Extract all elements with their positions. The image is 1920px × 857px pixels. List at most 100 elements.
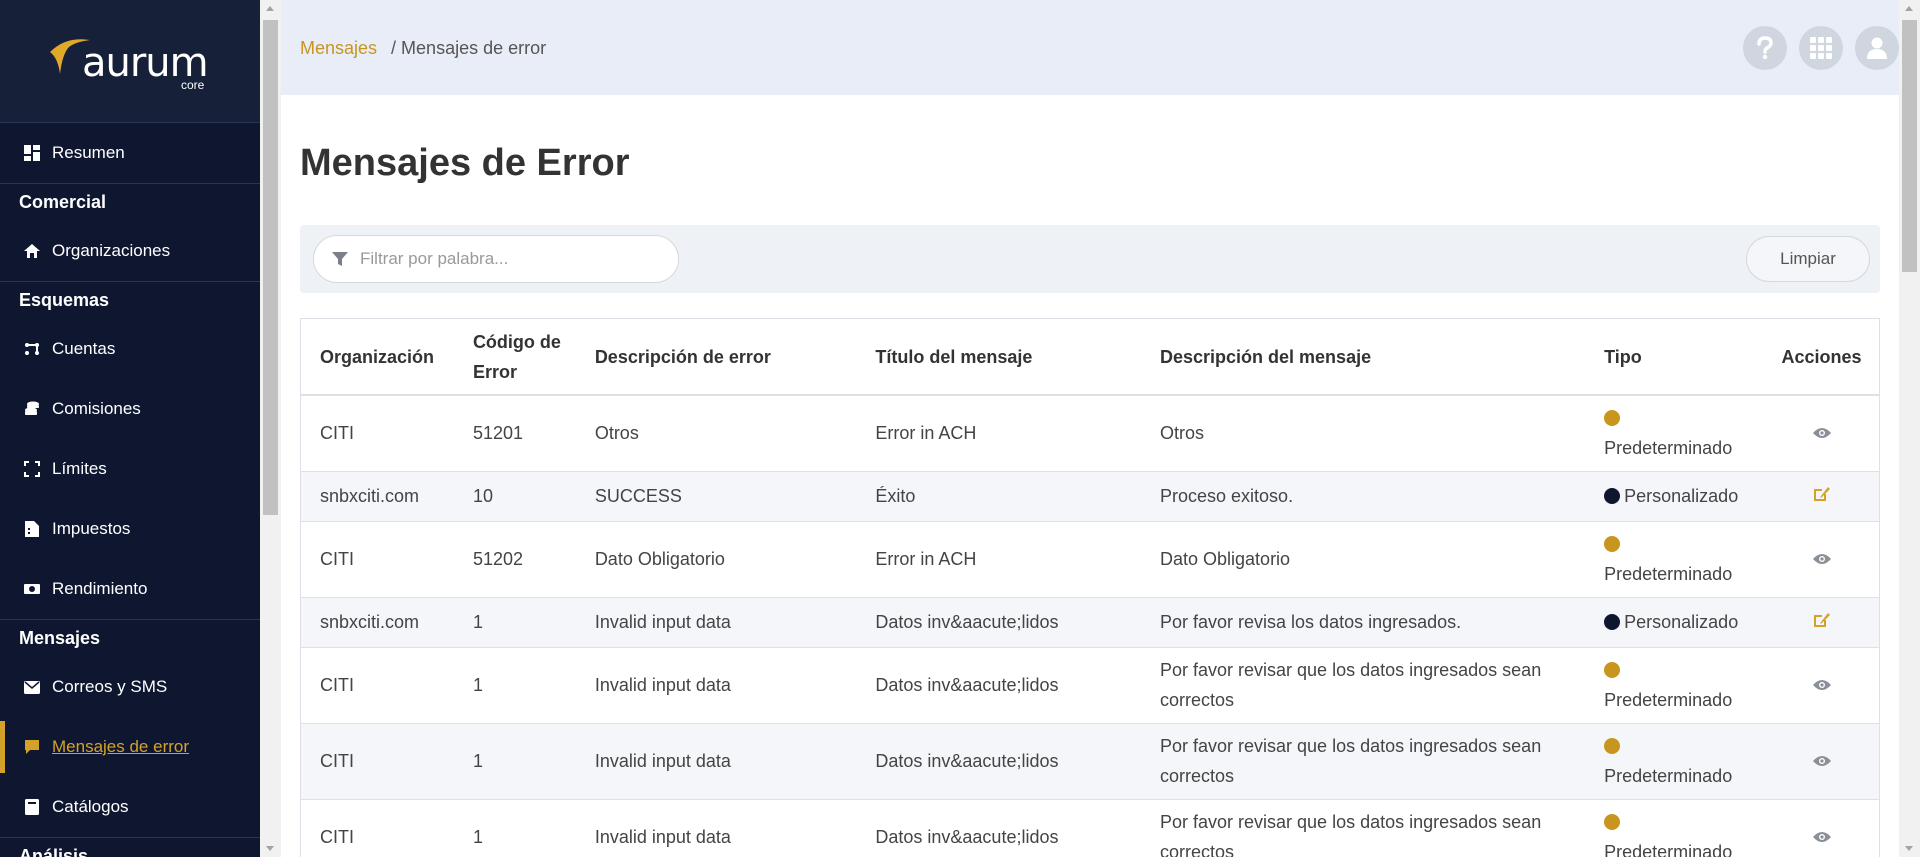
- help-button[interactable]: [1743, 26, 1787, 70]
- table-row[interactable]: CITI 1 Invalid input data Datos inv&aacute;…: [301, 723, 1879, 799]
- view-icon[interactable]: [1812, 755, 1831, 767]
- sidebar-item-rendimiento[interactable]: Rendimiento: [0, 559, 260, 619]
- cell-message-description: Otros: [1160, 423, 1205, 444]
- cell-type: Predeterminado: [1585, 521, 1764, 597]
- scroll-down-arrow-icon[interactable]: [1905, 846, 1913, 851]
- cell-type: Predeterminado: [1585, 647, 1764, 723]
- sidebar-item-comisiones[interactable]: Comisiones: [0, 379, 260, 439]
- sidebar-item-label: Correos y SMS: [52, 677, 168, 696]
- table-body: CITI 51201 Otros Error in ACH Otros Predeterm…: [301, 395, 1879, 857]
- table-row[interactable]: snbxciti.com 1 Invalid input data Datos inv…: [301, 597, 1879, 647]
- sidebar-item-label: Comisiones: [52, 399, 141, 418]
- clear-button[interactable]: Limpiar: [1746, 236, 1870, 282]
- cell-type: Predeterminado: [1585, 395, 1764, 471]
- type-label: Predeterminado: [1604, 564, 1733, 584]
- table-row[interactable]: CITI 51202 Dato Obligatorio Error in ACH Dat…: [301, 521, 1879, 597]
- type-label: Personalizado: [1624, 612, 1739, 632]
- type-indicator-dot: [1604, 536, 1621, 552]
- view-icon[interactable]: [1812, 427, 1831, 439]
- cell-message-description: Proceso exitoso.: [1160, 486, 1294, 506]
- column-header-error-description[interactable]: Descripción de error: [575, 319, 857, 396]
- edit-icon[interactable]: [1813, 486, 1831, 502]
- cell-error-code: 51201: [472, 423, 523, 444]
- edit-icon[interactable]: [1813, 612, 1831, 628]
- cell-type: Predeterminado: [1585, 799, 1764, 857]
- cell-error-code: 10: [472, 486, 493, 506]
- column-header-message-description[interactable]: Descripción del mensaje: [1141, 319, 1586, 396]
- column-header-message-title[interactable]: Título del mensaje: [856, 319, 1141, 396]
- scrollbar-thumb[interactable]: [263, 20, 278, 515]
- logo[interactable]: aurum core: [0, 0, 260, 123]
- top-icons: [1731, 26, 1899, 70]
- dashboard-icon: [24, 145, 40, 161]
- view-icon[interactable]: [1812, 679, 1831, 691]
- cell-message-description: Por favor revisar que los datos ingresad…: [1160, 660, 1542, 710]
- table-row[interactable]: CITI 1 Invalid input data Datos inv&aacute;…: [301, 647, 1879, 723]
- user-button[interactable]: [1855, 26, 1899, 70]
- cell-organization: CITI: [320, 423, 354, 444]
- type-indicator-dot: [1604, 410, 1621, 427]
- scrollbar-thumb[interactable]: [1902, 20, 1917, 272]
- user-icon: [1867, 37, 1887, 59]
- apps-button[interactable]: [1799, 26, 1843, 70]
- sidebar-scrollbar[interactable]: [260, 0, 281, 857]
- view-icon[interactable]: [1812, 553, 1831, 565]
- cell-organization: CITI: [320, 675, 354, 695]
- table-row[interactable]: CITI 1 Invalid input data Datos inv&aacute;…: [301, 799, 1879, 857]
- cell-message-description: Por favor revisa los datos ingresados.: [1160, 612, 1462, 632]
- sidebar-item-label: Organizaciones: [52, 241, 171, 260]
- sidebar-item-cuentas[interactable]: Cuentas: [0, 319, 260, 379]
- home-icon: [24, 243, 40, 259]
- cell-error-code: 1: [472, 751, 483, 771]
- scroll-up-arrow-icon[interactable]: [266, 6, 274, 11]
- sidebar-section-comercial: Comercial: [0, 183, 260, 221]
- sidebar-item-label: Resumen: [52, 143, 125, 162]
- cell-organization: snbxciti.com: [320, 612, 420, 632]
- column-header-error-code[interactable]: Código de Error: [453, 319, 576, 396]
- cell-message-title: Datos inv&aacute;lidos: [875, 827, 1059, 847]
- table-row[interactable]: CITI 51201 Otros Error in ACH Otros Predeterm…: [301, 395, 1879, 471]
- cell-error-description: Invalid input data: [594, 612, 731, 632]
- cell-actions: [1764, 521, 1879, 597]
- type-label: Predeterminado: [1604, 690, 1733, 710]
- scroll-down-arrow-icon[interactable]: [266, 846, 274, 851]
- search-box[interactable]: [313, 235, 679, 283]
- cell-message-title: Datos inv&aacute;lidos: [875, 612, 1059, 632]
- cell-error-description: Invalid input data: [594, 751, 731, 771]
- sidebar-section-analisis: Análisis: [0, 837, 260, 857]
- cell-organization: CITI: [320, 549, 354, 569]
- coins-icon: [24, 401, 40, 417]
- sidebar-item-catalogos[interactable]: Catálogos: [0, 777, 260, 837]
- column-header-type[interactable]: Tipo: [1585, 319, 1765, 396]
- top-bar: Mensajes / Mensajes de error: [281, 0, 1899, 95]
- column-header-actions: Acciones: [1764, 319, 1879, 396]
- main-content: Mensajes / Mensajes de error Mensajes de …: [281, 0, 1899, 857]
- sidebar-item-limites[interactable]: Límites: [0, 439, 260, 499]
- type-label: Predeterminado: [1604, 438, 1733, 459]
- sidebar-item-label: Cuentas: [52, 339, 116, 358]
- sidebar-item-correos-y-sms[interactable]: Correos y SMS: [0, 657, 260, 717]
- view-icon[interactable]: [1812, 831, 1831, 843]
- type-indicator-dot: [1604, 488, 1621, 504]
- page-scrollbar[interactable]: [1899, 0, 1920, 857]
- cell-organization: CITI: [320, 827, 354, 847]
- sidebar-item-organizaciones[interactable]: Organizaciones: [0, 221, 260, 281]
- sidebar-item-impuestos[interactable]: Impuestos: [0, 499, 260, 559]
- column-header-organization[interactable]: Organización: [301, 319, 454, 396]
- sidebar-item-resumen[interactable]: Resumen: [0, 123, 260, 183]
- type-indicator-dot: [1604, 614, 1621, 630]
- cell-actions: [1764, 597, 1879, 647]
- filter-input[interactable]: [360, 249, 650, 269]
- sidebar-item-mensajes-de-error[interactable]: Mensajes de error: [0, 717, 260, 777]
- type-indicator-dot: [1604, 738, 1621, 754]
- cell-error-description: Invalid input data: [594, 675, 731, 695]
- scroll-up-arrow-icon[interactable]: [1905, 6, 1913, 11]
- table-header-row: Organización Código de Error Descripción…: [301, 319, 1879, 396]
- cell-actions: [1764, 471, 1879, 521]
- cell-message-description: Por favor revisar que los datos ingresad…: [1160, 812, 1542, 857]
- table-row[interactable]: snbxciti.com 10 SUCCESS Éxito Proceso exitos…: [301, 471, 1879, 521]
- cell-error-code: 1: [472, 612, 483, 632]
- cell-type: Personalizado: [1585, 597, 1764, 647]
- cell-error-code: 51202: [472, 549, 523, 569]
- breadcrumb-parent-link[interactable]: Mensajes: [300, 38, 377, 58]
